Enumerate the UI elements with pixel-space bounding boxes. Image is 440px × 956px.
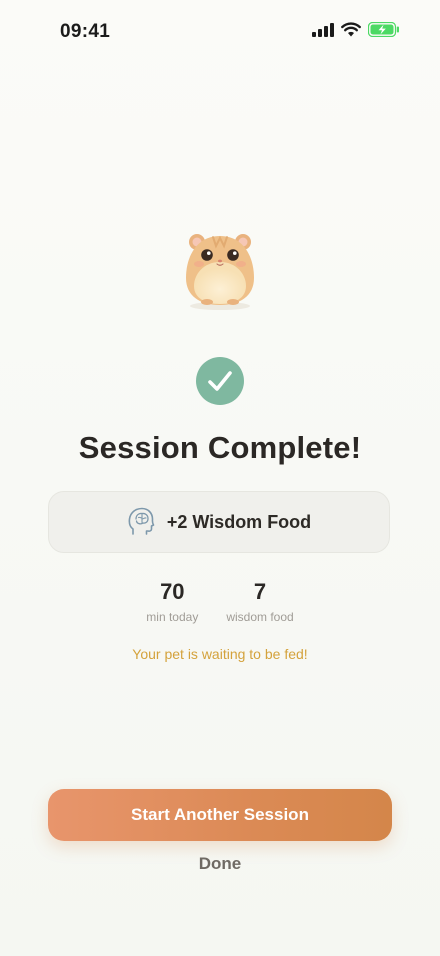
stat-minutes-label: min today — [146, 610, 199, 624]
cellular-signal-icon — [312, 22, 334, 37]
stats: 70 min today 7 wisdom food — [0, 578, 440, 624]
stat-minutes-value: 70 — [160, 579, 185, 604]
status-time: 09:41 — [60, 21, 111, 42]
reward-text: +2 Wisdom Food — [166, 511, 312, 532]
status-bar: 09:41 — [0, 0, 440, 62]
status-icons — [312, 22, 400, 37]
hamster-icon — [180, 228, 260, 310]
checkmark-icon — [208, 371, 232, 391]
page-title: Session Complete! — [78, 430, 362, 465]
brain-head-icon — [128, 507, 155, 535]
stat-wisdom-food-label: wisdom food — [226, 610, 294, 624]
done-button[interactable]: Done — [0, 854, 440, 874]
feed-hint: Your pet is waiting to be fed! — [132, 646, 308, 662]
wifi-icon — [341, 22, 361, 37]
reward-card: +2 Wisdom Food — [48, 491, 390, 553]
check-badge — [196, 357, 244, 405]
stat-minutes: 70 min today — [146, 578, 198, 624]
start-another-session-button[interactable]: Start Another Session — [48, 789, 392, 841]
battery-charging-icon — [368, 22, 399, 37]
stat-wisdom-food-value: 7 — [253, 579, 267, 604]
stat-wisdom-food: 7 wisdom food — [226, 578, 293, 624]
